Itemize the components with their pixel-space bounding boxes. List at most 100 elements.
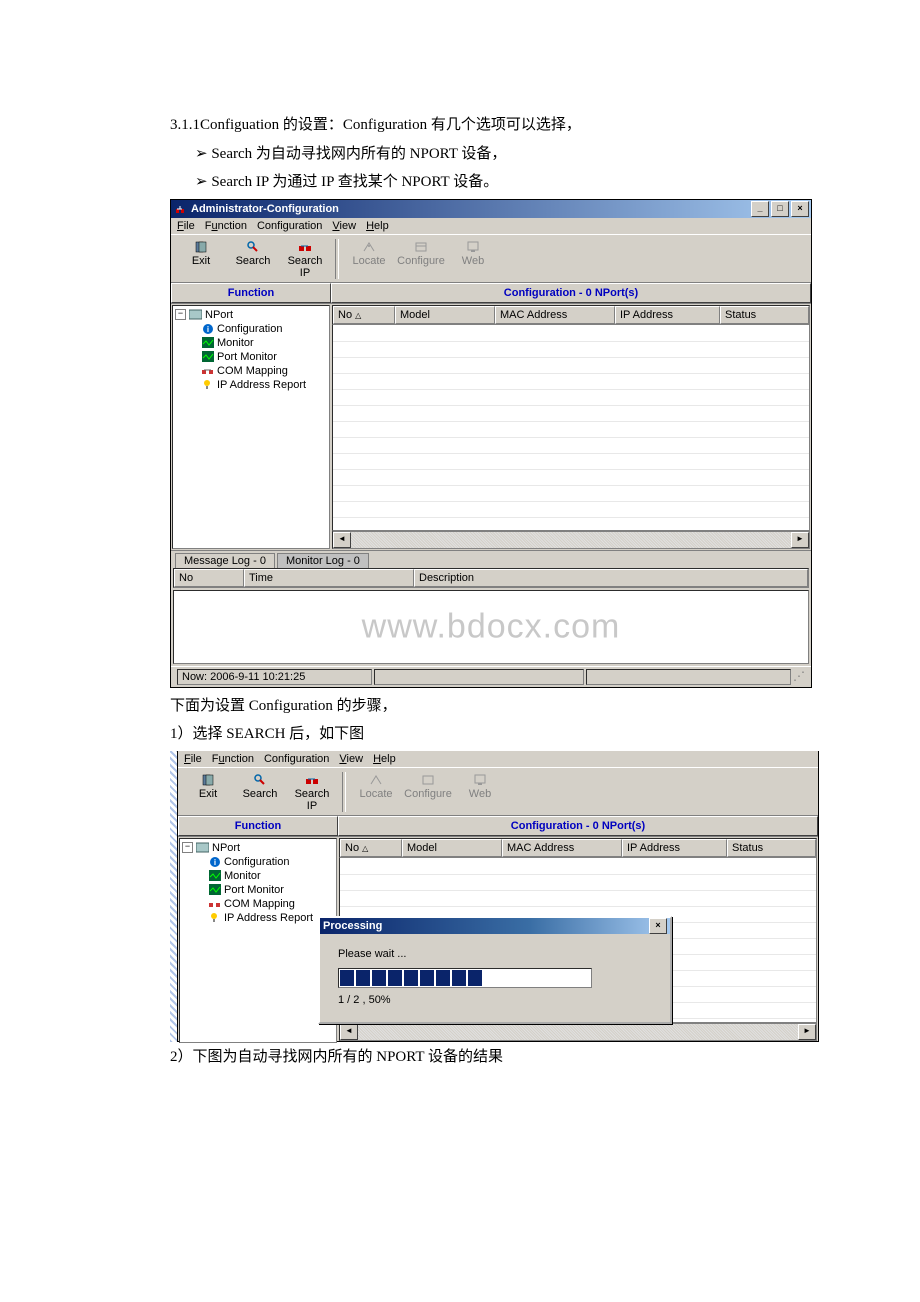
menu-view-2[interactable]: View — [339, 753, 363, 765]
tab-monitor-log[interactable]: Monitor Log - 0 — [277, 553, 369, 568]
menu-configuration[interactable]: Configuration — [257, 220, 322, 232]
processing-dialog: Processing × Please wait ... 1 / 2 , 50% — [318, 916, 672, 1024]
paragraph-intro: 3.1.1Configuation 的设置：Configuration 有几个选… — [170, 113, 830, 139]
status-cell-3 — [586, 669, 791, 685]
h-scrollbar-2[interactable]: ◄► — [339, 1023, 817, 1041]
bullet-search: Search 为自动寻找网内所有的 NPORT 设备， — [195, 142, 830, 168]
tree-root-2[interactable]: −NPort — [182, 841, 334, 855]
tree-monitor-2[interactable]: Monitor — [182, 869, 334, 883]
tree-port-monitor-2[interactable]: Port Monitor — [182, 883, 334, 897]
tree-com-mapping-2[interactable]: COM Mapping — [182, 897, 334, 911]
com-icon-2 — [208, 898, 221, 909]
dialog-title: Processing — [323, 920, 382, 932]
collapse-icon-2[interactable]: − — [182, 842, 193, 853]
scroll-left-icon[interactable]: ◄ — [333, 532, 351, 548]
svg-text:i: i — [213, 858, 215, 867]
menu-view[interactable]: View — [332, 220, 356, 232]
app-window-1: Administrator-Configuration _ □ × File F… — [170, 199, 812, 688]
toolbar-separator — [335, 239, 339, 279]
minimize-button[interactable]: _ — [751, 201, 769, 217]
tree-monitor-label: Monitor — [217, 337, 254, 349]
tree-port-monitor[interactable]: Port Monitor — [175, 350, 327, 364]
logcol-desc[interactable]: Description — [414, 569, 808, 587]
toolbar-searchip-2[interactable]: Search IP — [288, 772, 336, 812]
col-mac-2[interactable]: MAC Address — [502, 839, 622, 857]
menu-file-2[interactable]: File — [184, 753, 202, 765]
collapse-icon[interactable]: − — [175, 309, 186, 320]
tab-message-log[interactable]: Message Log - 0 — [175, 553, 275, 568]
column-headers: No △ Model MAC Address IP Address Status — [332, 305, 810, 325]
toolbar-searchip-label: Search IP — [288, 255, 323, 279]
toolbar-configure-2: Configure — [404, 772, 452, 812]
col-model-2[interactable]: Model — [402, 839, 502, 857]
col-status-2[interactable]: Status — [727, 839, 816, 857]
resize-grip-icon[interactable]: ⋰ — [793, 669, 805, 685]
menu-configuration-2[interactable]: Configuration — [264, 753, 329, 765]
exit-icon-2 — [184, 772, 232, 788]
search-icon-2 — [236, 772, 284, 788]
log-body[interactable]: www.bdocx.com — [173, 590, 809, 664]
logcol-time[interactable]: Time — [244, 569, 414, 587]
tree-view[interactable]: − NPort iConfiguration Monitor Port Monit… — [172, 305, 330, 549]
tree-com-mapping[interactable]: COM Mapping — [175, 364, 327, 378]
exit-icon — [177, 239, 225, 255]
pane-header-config-2: Configuration - 0 NPort(s) — [338, 816, 818, 836]
scroll-right-icon-2[interactable]: ► — [798, 1024, 816, 1040]
maximize-button[interactable]: □ — [771, 201, 789, 217]
toolbar-search-2[interactable]: Search — [236, 772, 284, 812]
tree-root-label: NPort — [205, 309, 233, 321]
status-cell-2 — [374, 669, 584, 685]
col-ip-2[interactable]: IP Address — [622, 839, 727, 857]
menu-function[interactable]: Function — [205, 220, 247, 232]
toolbar-web-label-2: Web — [469, 788, 491, 800]
tree-configuration[interactable]: iConfiguration — [175, 322, 327, 336]
menu-function-2[interactable]: Function — [212, 753, 254, 765]
toolbar-search[interactable]: Search — [229, 239, 277, 279]
toolbar-locate: Locate — [345, 239, 393, 279]
close-button[interactable]: × — [791, 201, 809, 217]
monitor-icon-2 — [208, 870, 221, 881]
menu-file[interactable]: File — [177, 220, 195, 232]
toolbar-exit[interactable]: Exit — [177, 239, 225, 279]
log-column-headers: No Time Description — [173, 568, 809, 588]
list-pane: No △ Model MAC Address IP Address Status… — [332, 305, 810, 549]
tree-ip-report-2[interactable]: IP Address Report — [182, 911, 334, 925]
tree-portmon-label-2: Port Monitor — [224, 884, 284, 896]
col-mac[interactable]: MAC Address — [495, 306, 615, 324]
tree-ip-label-2: IP Address Report — [224, 912, 313, 924]
tree-com-label: COM Mapping — [217, 365, 288, 377]
menu-help[interactable]: Help — [366, 220, 389, 232]
configure-icon — [397, 239, 445, 255]
h-scrollbar[interactable]: ◄► — [332, 531, 810, 549]
tree-monitor[interactable]: Monitor — [175, 336, 327, 350]
col-ip[interactable]: IP Address — [615, 306, 720, 324]
column-headers-2: No △ Model MAC Address IP Address Status — [339, 838, 817, 858]
toolbar-web-label: Web — [462, 255, 484, 267]
tree-ip-report[interactable]: IP Address Report — [175, 378, 327, 392]
dialog-close-button[interactable]: × — [649, 918, 667, 934]
tree-view-2[interactable]: −NPort iConfiguration Monitor Port Monit… — [179, 838, 337, 1043]
logcol-no[interactable]: No — [174, 569, 244, 587]
titlebar[interactable]: Administrator-Configuration _ □ × — [171, 200, 811, 218]
tree-root[interactable]: − NPort — [175, 308, 327, 322]
status-time: Now: 2006-9-11 10:21:25 — [177, 669, 372, 685]
scroll-left-icon-2[interactable]: ◄ — [340, 1024, 358, 1040]
progress-bar — [338, 968, 592, 988]
toolbar-searchip[interactable]: Search IP — [281, 239, 329, 279]
menubar: File Function Configuration View Help — [171, 218, 811, 234]
menu-help-2[interactable]: Help — [373, 753, 396, 765]
toolbar-search-label-2: Search — [243, 788, 278, 800]
col-no-2[interactable]: No △ — [340, 839, 402, 857]
col-status[interactable]: Status — [720, 306, 809, 324]
col-no[interactable]: No △ — [333, 306, 395, 324]
tree-configuration-2[interactable]: iConfiguration — [182, 855, 334, 869]
list-grid[interactable] — [332, 325, 810, 531]
web-icon — [449, 239, 497, 255]
toolbar-separator-2 — [342, 772, 346, 812]
toolbar-exit-2[interactable]: Exit — [184, 772, 232, 812]
col-model[interactable]: Model — [395, 306, 495, 324]
dialog-titlebar[interactable]: Processing × — [320, 918, 670, 934]
folder-icon — [189, 309, 202, 320]
scroll-right-icon[interactable]: ► — [791, 532, 809, 548]
web-icon-2 — [456, 772, 504, 788]
